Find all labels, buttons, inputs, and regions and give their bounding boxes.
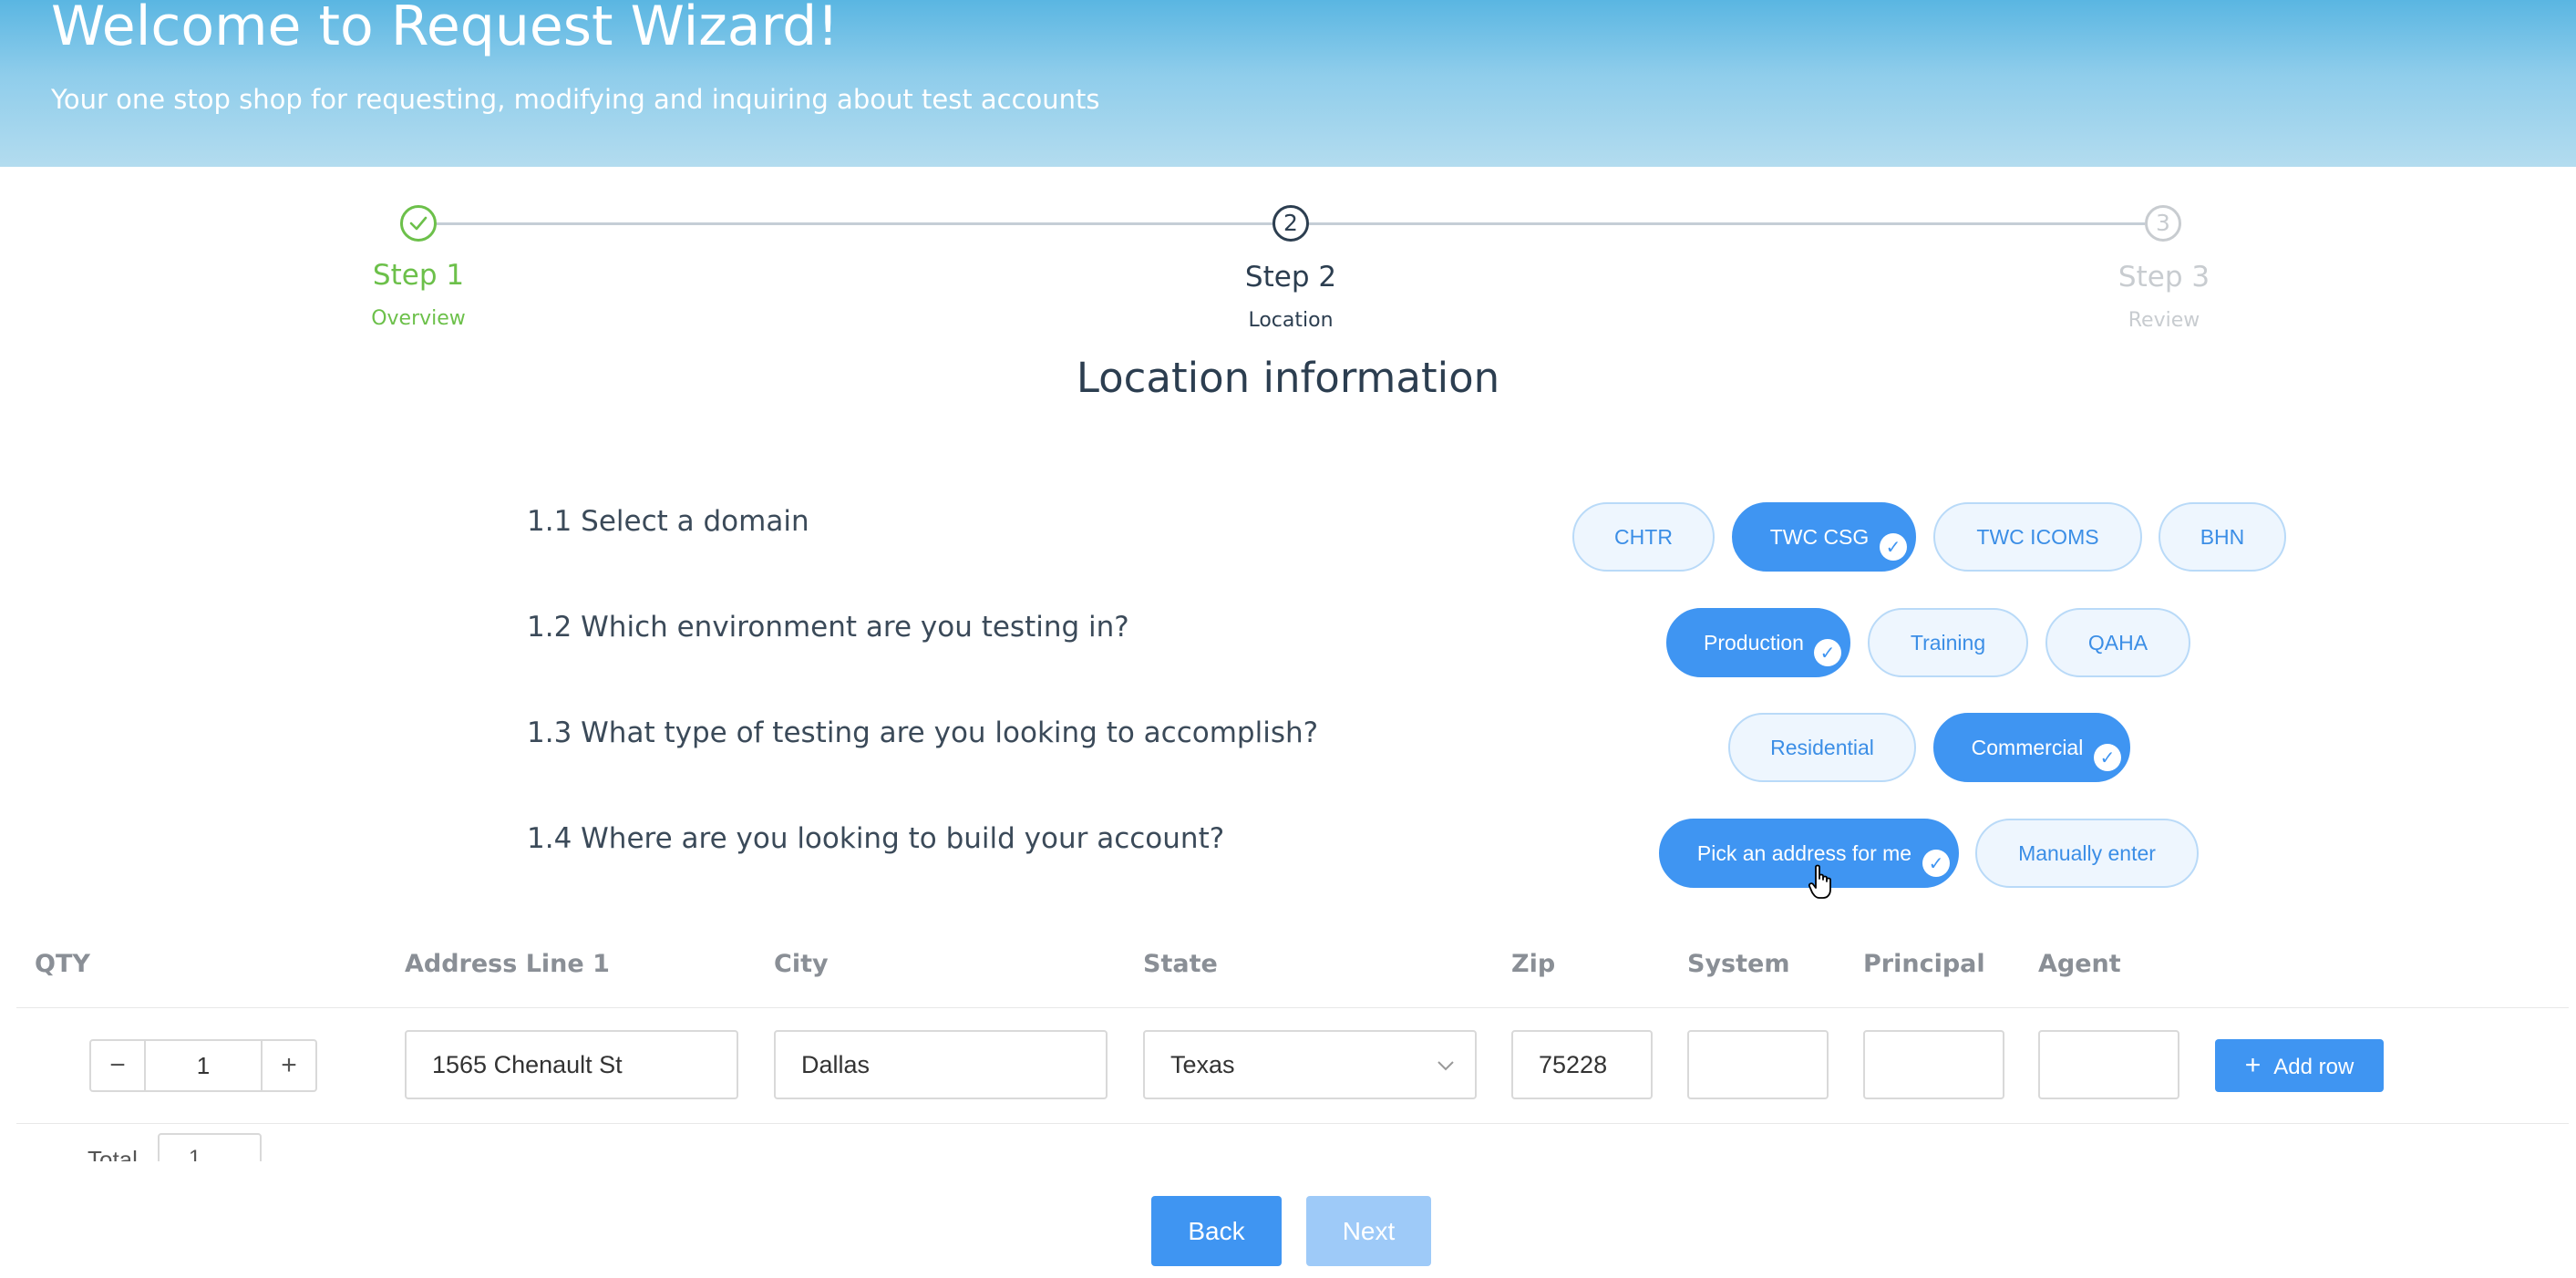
table-footer: Total 1 (0, 1130, 2576, 1161)
step-2-number: 2 (1273, 205, 1309, 242)
decrement-button[interactable]: − (89, 1039, 146, 1092)
step-2-title: Step 2 (1244, 261, 1337, 294)
option-qaha[interactable]: QAHA (2045, 608, 2190, 677)
option-label: Manually enter (2018, 841, 2156, 865)
option-label: QAHA (2087, 631, 2148, 654)
question-environment: 1.2 Which environment are you testing in… (527, 611, 1129, 644)
option-bhn[interactable]: BHN (2159, 502, 2286, 572)
step-2-desc: Location (1248, 309, 1334, 332)
step-3-desc: Review (2128, 309, 2200, 332)
step-3-number: 3 (2145, 205, 2181, 242)
principal-input[interactable] (1863, 1030, 2004, 1099)
step-connector (437, 222, 1273, 225)
chevron-down-icon (1437, 1061, 1454, 1071)
option-label: Training (1910, 631, 1986, 654)
question-build-location: 1.4 Where are you looking to build your … (527, 822, 1225, 855)
option-label: Production (1704, 631, 1804, 654)
increment-button[interactable]: + (261, 1039, 317, 1092)
city-input[interactable]: Dallas (774, 1030, 1108, 1099)
total-input[interactable]: 1 (158, 1133, 262, 1161)
address-line-1-input[interactable]: 1565 Chenault St (405, 1030, 738, 1099)
option-production[interactable]: Production ✓ (1666, 608, 1850, 677)
page-subtitle: Your one stop shop for requesting, modif… (51, 84, 1100, 115)
column-header-principal: Principal (1863, 950, 1985, 978)
option-manually-enter[interactable]: Manually enter (1975, 819, 2199, 888)
column-header-qty: QTY (35, 950, 90, 978)
option-label: Commercial (1971, 736, 2084, 759)
step-1-title[interactable]: Step 1 (373, 259, 464, 292)
option-label: TWC CSG (1769, 525, 1870, 549)
check-circle-icon: ✓ (2094, 744, 2121, 771)
column-header-agent: Agent (2038, 950, 2121, 978)
quantity-input[interactable]: 1 (144, 1039, 263, 1092)
option-label: BHN (2200, 525, 2245, 549)
option-label: Residential (1770, 736, 1874, 759)
add-row-label: Add row (2273, 1055, 2354, 1079)
option-twc-csg[interactable]: TWC CSG ✓ (1732, 502, 1916, 572)
step-1-done-check-icon[interactable] (400, 205, 437, 242)
state-value: Texas (1170, 1051, 1235, 1078)
back-button[interactable]: Back (1151, 1196, 1282, 1266)
option-label: Pick an address for me (1696, 841, 1912, 865)
check-circle-icon: ✓ (1922, 850, 1950, 877)
option-twc-icoms[interactable]: TWC ICOMS (1933, 502, 2142, 572)
step-3-title: Step 3 (2117, 261, 2210, 294)
option-training[interactable]: Training (1868, 608, 2028, 677)
plus-icon: + (281, 1050, 297, 1080)
minus-icon: − (109, 1050, 126, 1080)
page-title: Welcome to Request Wizard! (51, 0, 840, 58)
column-header-address: Address Line 1 (405, 950, 610, 978)
column-header-system: System (1687, 950, 1790, 978)
check-circle-icon: ✓ (1814, 639, 1841, 666)
state-select[interactable]: Texas (1143, 1030, 1477, 1099)
zip-input[interactable]: 75228 (1511, 1030, 1653, 1099)
quantity-stepper: − 1 + (89, 1039, 317, 1092)
option-label: TWC ICOMS (1976, 525, 2099, 549)
plus-icon: + (2244, 1050, 2262, 1080)
total-label: Total (88, 1146, 138, 1161)
table-divider (16, 1123, 2569, 1124)
section-title: Location information (1076, 354, 1500, 402)
system-input[interactable] (1687, 1030, 1829, 1099)
question-domain: 1.1 Select a domain (527, 505, 809, 538)
option-chtr[interactable]: CHTR (1572, 502, 1715, 572)
check-icon (409, 216, 428, 231)
add-row-button[interactable]: + Add row (2215, 1039, 2384, 1092)
column-header-state: State (1143, 950, 1218, 978)
header-banner: Welcome to Request Wizard! Your one stop… (0, 0, 2576, 167)
agent-input[interactable] (2038, 1030, 2179, 1099)
next-button[interactable]: Next (1306, 1196, 1431, 1266)
column-header-zip: Zip (1511, 950, 1556, 978)
column-header-city: City (774, 950, 829, 978)
option-label: CHTR (1614, 525, 1673, 549)
check-circle-icon: ✓ (1880, 533, 1907, 561)
option-commercial[interactable]: Commercial ✓ (1933, 713, 2130, 782)
hand-pointer-icon (1808, 864, 1831, 899)
option-residential[interactable]: Residential (1728, 713, 1916, 782)
step-connector (1309, 222, 2145, 225)
table-divider (16, 1007, 2569, 1008)
step-1-desc: Overview (371, 307, 466, 330)
question-testing-type: 1.3 What type of testing are you looking… (527, 716, 1319, 749)
